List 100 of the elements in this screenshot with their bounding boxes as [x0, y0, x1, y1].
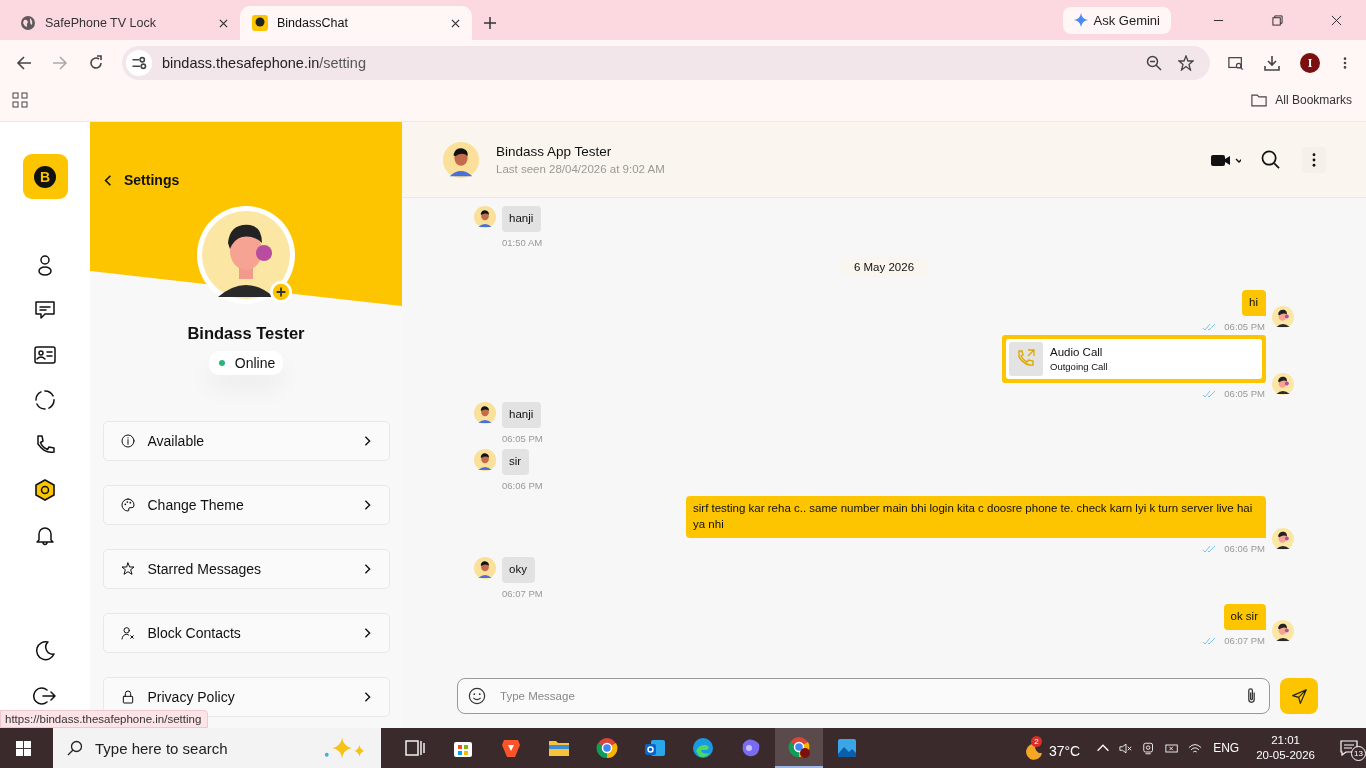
message-field[interactable]: Type Message [457, 678, 1270, 714]
user-x-icon [119, 625, 136, 641]
contact-avatar [474, 402, 496, 424]
settings-item[interactable]: Change Theme [102, 485, 390, 525]
send-button[interactable] [1280, 678, 1318, 714]
message-bubble: ok sir [1223, 604, 1266, 630]
contact-avatar [474, 206, 496, 228]
back-icon[interactable] [104, 173, 112, 187]
attachment-icon[interactable] [1246, 687, 1257, 705]
message-bubble: oky [502, 557, 535, 583]
status-url: https://bindass.thesafephone.in/setting [0, 710, 209, 728]
contact-name: Bindass App Tester [496, 144, 613, 159]
url-text: bindass.thesafephone.in/setting [162, 55, 366, 71]
notifications-button[interactable]: 13 [1332, 733, 1366, 763]
message-time: 06:06 PM [1224, 543, 1265, 554]
message-time: 06:05 PM [502, 433, 543, 444]
chrome-taskbar-icon[interactable] [775, 728, 823, 768]
all-bookmarks-button[interactable]: All Bookmarks [1251, 93, 1352, 107]
chat-nav-icon[interactable] [33, 298, 57, 322]
user-avatar [1272, 528, 1294, 550]
message-time: 01:50 AM [502, 237, 543, 248]
chevron-right-icon [363, 691, 371, 703]
zoom-out-icon[interactable] [1146, 55, 1162, 71]
message-bubble: hi [1242, 290, 1266, 316]
send-icon [1290, 687, 1308, 705]
settings-nav-icon[interactable] [33, 478, 57, 502]
message-time: 06:07 PM [1224, 635, 1265, 646]
profile-name: Bindass Tester [187, 324, 305, 343]
sparkle-icon [1073, 13, 1088, 27]
add-photo-icon[interactable] [270, 281, 292, 303]
chevron-right-icon [363, 563, 371, 575]
star-icon [119, 561, 136, 577]
call-title: Audio Call [1050, 346, 1104, 358]
taskbar-search-box[interactable]: Type here to search [53, 728, 381, 768]
contact-avatar [474, 557, 496, 579]
battery-icon[interactable] [1165, 741, 1180, 755]
chevron-right-icon [363, 627, 371, 639]
dark-mode-icon[interactable] [33, 639, 57, 663]
more-options-button[interactable] [1302, 146, 1326, 173]
address-bar[interactable]: bindass.thesafephone.in/setting [122, 46, 1210, 80]
message-time: 06:07 PM [502, 588, 543, 599]
reload-icon[interactable] [88, 55, 104, 71]
user-avatar [1272, 373, 1294, 395]
folder-icon [1251, 93, 1268, 107]
message-time: 06:05 PM [1224, 388, 1265, 399]
weather-badge: 2 [1030, 736, 1042, 747]
message-bubble: sir [502, 449, 530, 475]
settings-title: Settings [124, 172, 180, 188]
contact-avatar [474, 449, 496, 471]
settings-item[interactable]: Available [102, 421, 390, 461]
app-logo-icon [252, 15, 268, 31]
message-time: 06:06 PM [502, 480, 543, 491]
message-time: 06:05 PM [1224, 321, 1265, 332]
info-icon [119, 433, 136, 449]
browser-tab[interactable]: SafePhone TV Lock [8, 6, 240, 40]
phone-outgoing-icon [1009, 342, 1043, 376]
clock[interactable]: 21:01 20-05-2026 [1256, 733, 1315, 763]
screen-search-icon[interactable] [1228, 55, 1244, 71]
volume-muted-icon[interactable] [1119, 741, 1134, 755]
emoji-icon[interactable] [468, 687, 486, 705]
message-bubble: hanji [502, 206, 542, 232]
user-avatar [1272, 620, 1294, 642]
palette-icon [119, 497, 136, 513]
globe-icon [20, 15, 36, 31]
ask-gemini-button[interactable]: Ask Gemini [1062, 6, 1171, 34]
back-icon[interactable] [16, 55, 32, 71]
search-icon [67, 740, 83, 756]
search-input[interactable]: Type here to search [93, 738, 311, 758]
status-badge: Online [208, 351, 284, 375]
date-separator: 6 May 2026 [839, 257, 929, 277]
wifi-icon[interactable] [1188, 741, 1203, 755]
call-subtitle: Outgoing Call [1050, 361, 1108, 372]
apps-grid-icon[interactable] [12, 92, 28, 108]
message-bubble: hanji [502, 402, 542, 428]
chevron-right-icon [363, 435, 371, 447]
message-bubble: sirf testing kar reha c.. same number main bhi login kita c doosre phone te. check karn lyi k turn server live hai ya nhi [686, 496, 1266, 538]
user-avatar [1272, 306, 1294, 328]
star-icon[interactable] [1178, 55, 1194, 71]
app-logo[interactable]: B [22, 154, 68, 199]
settings-item[interactable]: Starred Messages [102, 549, 390, 589]
message-input[interactable]: Type Message [498, 689, 1234, 703]
weather-widget[interactable]: 2 37°C [1022, 731, 1081, 765]
profile-avatar[interactable]: I [1300, 53, 1320, 73]
close-icon[interactable] [451, 18, 460, 28]
status-nav-icon[interactable] [33, 388, 57, 412]
language-indicator[interactable]: ENG [1213, 741, 1240, 755]
more-icon [1312, 152, 1316, 167]
windows-start-icon[interactable] [16, 740, 31, 756]
download-icon[interactable] [1264, 55, 1280, 71]
site-settings-icon[interactable] [126, 50, 152, 76]
card-nav-icon[interactable] [33, 343, 57, 367]
new-tab-icon[interactable] [484, 17, 496, 29]
settings-item[interactable]: Block Contacts [102, 613, 390, 653]
browser-tab[interactable]: BindassChat [240, 6, 472, 40]
last-seen-text: Last seen 28/04/2026 at 9:02 AM [496, 163, 665, 175]
contact-avatar [442, 140, 480, 179]
search-icon[interactable] [1261, 150, 1280, 169]
chevron-right-icon [363, 499, 371, 511]
logout-icon[interactable] [33, 684, 57, 708]
close-icon[interactable] [219, 18, 228, 28]
